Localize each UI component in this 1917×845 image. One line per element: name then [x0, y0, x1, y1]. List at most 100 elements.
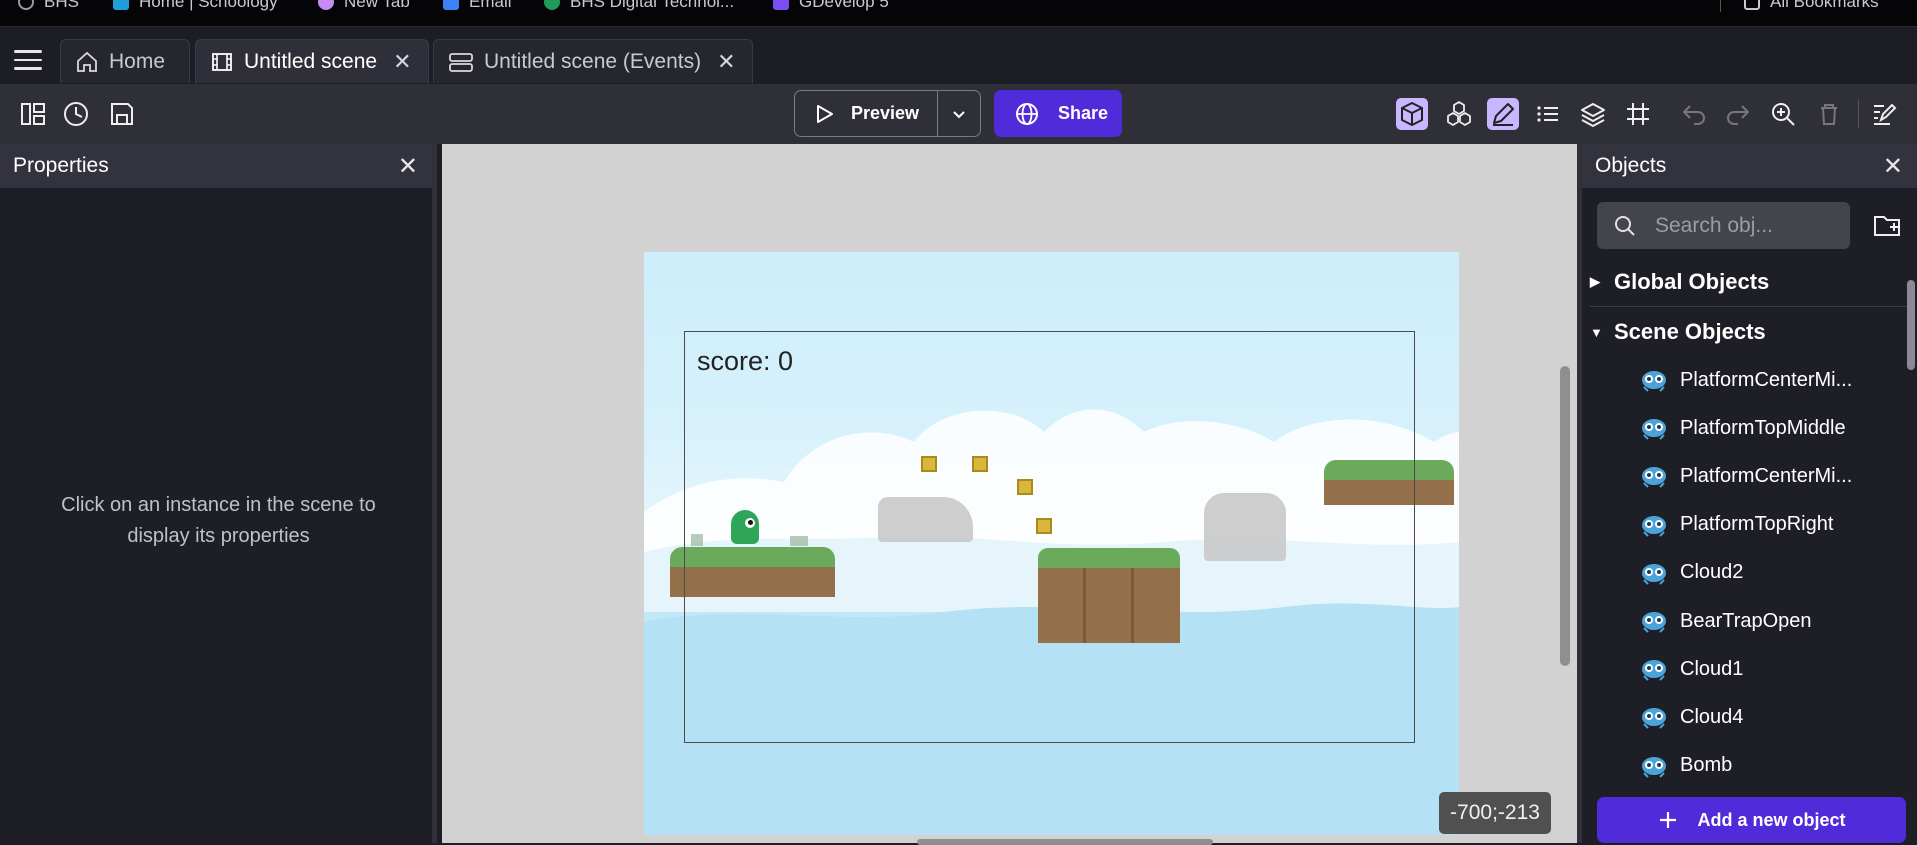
editor-tab-bar: Home Untitled scene ✕ Untitled scene (Ev…	[0, 28, 1917, 84]
chevron-down-icon: ▼	[1590, 324, 1603, 340]
share-button[interactable]: Share	[994, 90, 1122, 137]
object-name: Bomb	[1680, 754, 1733, 777]
play-icon	[817, 104, 833, 123]
scene-canvas[interactable]: score: 0	[442, 144, 1577, 843]
trash-icon[interactable]	[1813, 98, 1845, 130]
more-options-icon[interactable]: ⋮	[1910, 560, 1917, 585]
undo-icon[interactable]	[1678, 98, 1710, 130]
properties-panel: Properties ✕ Click on an instance in the…	[0, 144, 437, 843]
sprite-object-icon	[1642, 563, 1666, 585]
cursor-coordinates: -700;-213	[1439, 792, 1551, 834]
newtab-icon	[318, 0, 334, 10]
home-icon	[77, 51, 97, 72]
add-new-object-button[interactable]: Add a new object	[1597, 797, 1906, 843]
sprite-object-icon	[1642, 515, 1666, 537]
more-options-icon[interactable]: ⋮	[1910, 464, 1917, 489]
edit-properties-icon[interactable]	[1487, 98, 1519, 130]
object-list-item[interactable]: PlatformCenterMi... ⋮	[1640, 358, 1917, 402]
bookmark-new-tab[interactable]: New Tab	[318, 0, 410, 12]
chevron-right-icon: ▶	[1590, 274, 1600, 289]
object-list-item[interactable]: PlatformTopMiddle ⋮	[1640, 406, 1917, 450]
new-folder-icon[interactable]	[1872, 210, 1902, 240]
chevron-down-icon	[953, 110, 965, 118]
bookmark-bhs[interactable]: BHS	[18, 0, 79, 12]
more-options-icon[interactable]: ⋮	[1910, 512, 1917, 537]
more-options-icon[interactable]: ⋮	[1910, 657, 1917, 682]
sprite-object-icon	[1642, 612, 1666, 633]
history-icon[interactable]	[60, 98, 92, 130]
menu-icon[interactable]	[14, 50, 42, 70]
object-list-item[interactable]: BearTrapOpen ⋮	[1640, 599, 1917, 643]
folder-icon	[1744, 0, 1760, 10]
more-options-icon[interactable]: ⋮	[1910, 368, 1917, 393]
object-name: PlatformCenterMi...	[1680, 464, 1853, 487]
project-manager-icon[interactable]	[17, 98, 49, 130]
bookmark-schoology[interactable]: Home | Schoology	[113, 0, 278, 12]
bookmark-bhs-digital[interactable]: BHS Digital Technol...	[544, 0, 734, 12]
scene-objects-group[interactable]: ▼ Scene Objects	[1590, 312, 1766, 352]
game-preview[interactable]: score: 0	[644, 252, 1459, 835]
preview-button[interactable]: Preview	[795, 91, 938, 136]
objects-groups-icon[interactable]	[1443, 98, 1475, 130]
object-list-item[interactable]: Bomb ⋮	[1640, 744, 1917, 788]
object-name: PlatformTopRight	[1680, 513, 1834, 536]
divider	[1590, 306, 1908, 307]
properties-header: Properties ✕	[0, 144, 432, 188]
sprite-object-icon	[1642, 467, 1666, 489]
events-icon	[449, 52, 473, 72]
tab-untitled-scene[interactable]: Untitled scene ✕	[195, 39, 429, 83]
object-list-item[interactable]: Cloud4 ⋮	[1640, 695, 1917, 739]
schoology-icon	[113, 0, 129, 10]
objects-header: Objects ✕	[1582, 144, 1917, 188]
bookmark-gdevelop[interactable]: GDevelop 5	[773, 0, 889, 12]
redo-icon[interactable]	[1722, 98, 1754, 130]
layers-icon[interactable]	[1577, 98, 1609, 130]
object-list-item[interactable]: PlatformCenterMi... ⋮	[1640, 454, 1917, 498]
instances-list-icon[interactable]	[1532, 98, 1564, 130]
objects-scrollbar[interactable]	[1907, 280, 1915, 370]
scene-icon	[212, 52, 232, 71]
search-input[interactable]: Search obj...	[1597, 202, 1850, 249]
preview-dropdown[interactable]	[938, 91, 980, 136]
gdevelop-icon	[773, 0, 789, 10]
close-icon[interactable]: ✕	[717, 49, 735, 75]
vertical-scrollbar[interactable]	[1560, 366, 1570, 666]
object-name: Cloud4	[1680, 705, 1744, 728]
sprite-object-icon	[1642, 419, 1666, 440]
bhs-icon	[544, 0, 560, 10]
close-icon[interactable]: ✕	[393, 49, 411, 75]
divider	[1858, 100, 1859, 128]
object-list-item[interactable]: Cloud2 ⋮	[1640, 551, 1917, 595]
grid-icon[interactable]	[1622, 98, 1654, 130]
divider	[1720, 0, 1721, 12]
object-list-item[interactable]: PlatformTopRight ⋮	[1640, 503, 1917, 547]
horizontal-scrollbar[interactable]	[917, 839, 1213, 845]
properties-empty-message: Click on an instance in the scene to dis…	[61, 494, 376, 547]
object-name: Cloud1	[1680, 657, 1744, 680]
score-text[interactable]: score: 0	[697, 346, 793, 377]
camera-viewport	[684, 331, 1415, 743]
objects-title: Objects	[1595, 154, 1667, 177]
sprite-object-icon	[1642, 756, 1666, 778]
object-list-item[interactable]: Cloud1 ⋮	[1640, 647, 1917, 691]
close-icon[interactable]: ✕	[398, 152, 418, 181]
zoom-icon[interactable]	[1767, 98, 1799, 130]
3d-object-icon[interactable]	[1396, 98, 1428, 130]
more-options-icon[interactable]: ⋮	[1910, 609, 1917, 634]
bookmark-email[interactable]: Email	[443, 0, 512, 12]
edit-scene-properties-icon[interactable]	[1868, 98, 1900, 130]
more-options-icon[interactable]: ⋮	[1910, 705, 1917, 730]
object-name: Cloud2	[1680, 561, 1744, 584]
close-icon[interactable]: ✕	[1883, 152, 1903, 181]
global-objects-group[interactable]: ▶ Global Objects	[1590, 262, 1769, 302]
tab-home[interactable]: Home	[60, 39, 190, 83]
objects-panel: Objects ✕ Search obj... ▶ Global Objects…	[1577, 144, 1917, 843]
tab-untitled-scene-events[interactable]: Untitled scene (Events) ✕	[433, 39, 753, 83]
preview-group: Preview	[794, 90, 981, 137]
bookmark-all[interactable]: All Bookmarks	[1744, 0, 1879, 12]
properties-title: Properties	[13, 154, 109, 177]
more-options-icon[interactable]: ⋮	[1910, 753, 1917, 778]
gear-icon	[18, 0, 34, 10]
more-options-icon[interactable]: ⋮	[1910, 416, 1917, 441]
save-icon[interactable]	[106, 98, 138, 130]
